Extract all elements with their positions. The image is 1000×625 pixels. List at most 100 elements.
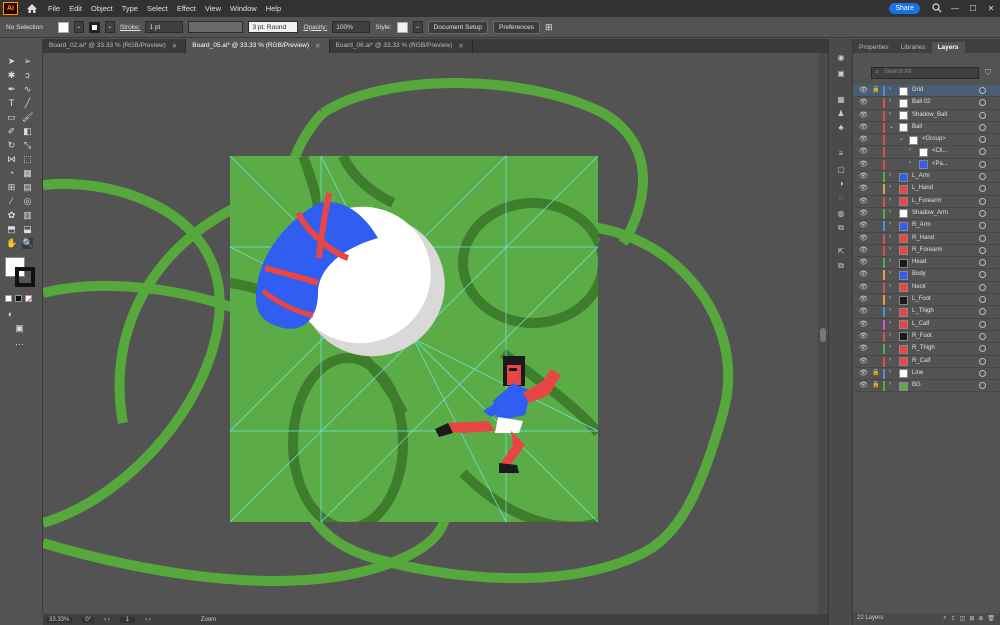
menu-object[interactable]: Object [91,4,113,13]
target-circle-icon[interactable] [979,197,986,205]
target-circle-icon[interactable] [979,87,986,94]
artboard-navigation-next-icon[interactable]: › › [145,617,151,623]
chevron-right-icon[interactable]: › [889,184,891,190]
color-panel-icon[interactable]: ▦ [835,95,847,105]
layer-row[interactable]: 👁 › Shadow_Arm [853,208,1000,221]
visibility-eye-icon[interactable]: 👁 [859,209,868,217]
rectangle-tool-icon[interactable]: ▭ [6,112,17,123]
layer-row[interactable]: 👁 ⌄ <Group> [853,134,1000,147]
symbol-sprayer-tool-icon[interactable]: ✿ [6,210,17,221]
chevron-right-icon[interactable]: › [889,111,891,117]
fill-dropdown[interactable]: ⌄ [73,21,84,33]
slice-tool-icon[interactable]: ⬓ [22,224,33,235]
visibility-eye-icon[interactable]: 👁 [859,246,868,254]
layer-row[interactable]: 👁 › R_Foot [853,331,1000,344]
chevron-down-icon[interactable]: ⌄ [889,123,894,130]
gradient-tool-icon[interactable]: ▤ [22,182,33,193]
visibility-eye-icon[interactable]: 👁 [859,234,868,242]
close-icon[interactable]: ✕ [458,42,463,53]
zoom-tool-icon[interactable]: 🔍 [22,238,33,249]
close-window-button[interactable]: ✕ [982,4,1000,13]
locate-object-icon[interactable]: ⌕ [943,615,946,625]
chevron-right-icon[interactable]: › [889,357,891,363]
layer-row[interactable]: 👁 🔒 › Line [853,368,1000,381]
canvas[interactable] [43,53,818,614]
target-circle-icon[interactable] [979,296,986,304]
gradient-panel-icon[interactable]: ◑ [835,179,847,189]
chevron-right-icon[interactable]: › [889,283,891,289]
lock-icon[interactable]: 🔒 [872,369,879,376]
selection-tool-icon[interactable]: ➤ [6,56,17,67]
layer-row[interactable]: 👁 🔒 › Grid [853,85,1000,98]
appearance-panel-icon[interactable]: ◍ [835,209,847,219]
chevron-right-icon[interactable]: › [889,344,891,350]
visibility-eye-icon[interactable]: 👁 [859,320,868,328]
artboard-tool-icon[interactable]: ⬒ [6,224,17,235]
home-icon[interactable] [26,3,38,15]
layers-search-input[interactable]: ⌕ Search All [871,67,979,79]
menu-view[interactable]: View [205,4,221,13]
layer-row[interactable]: 👁 🔒 › BG [853,380,1000,393]
chevron-right-icon[interactable]: › [889,197,891,203]
perspective-grid-tool-icon[interactable]: ▦ [22,168,33,179]
target-circle-icon[interactable] [979,332,986,340]
graphic-style-swatch[interactable] [396,21,408,33]
chevron-right-icon[interactable]: › [889,258,891,264]
target-circle-icon[interactable] [979,271,986,279]
export-panel-icon[interactable]: ⇱ [835,247,847,257]
target-circle-icon[interactable] [979,369,986,377]
stroke-label[interactable]: Stroke: [120,24,141,31]
visibility-eye-icon[interactable]: 👁 [859,369,868,377]
tab-board-06[interactable]: Board_06.ai* @ 33.33 % (RGB/Preview) ✕ [330,39,473,53]
target-circle-icon[interactable] [979,209,986,217]
visibility-eye-icon[interactable]: 👁 [859,344,868,352]
chevron-right-icon[interactable]: › [889,381,891,387]
close-icon[interactable]: ✕ [172,42,177,53]
color-mode-buttons[interactable] [5,295,32,302]
layer-row[interactable]: 👁 › Ball 02 [853,97,1000,110]
libraries-panel-icon[interactable]: ▣ [835,69,847,79]
menu-help[interactable]: Help [266,4,281,13]
chevron-right-icon[interactable]: › [889,172,891,178]
opacity-field[interactable]: 100% [332,21,371,33]
layer-row[interactable]: 👁 › R_Thigh [853,343,1000,356]
layer-row[interactable]: 👁 › R_Hand [853,233,1000,245]
stroke-weight-field[interactable]: 1 pt [145,21,184,33]
pen-tool-icon[interactable]: ✒ [6,84,17,95]
layer-row[interactable]: 👁 › L_Foot [853,294,1000,307]
shape-builder-tool-icon[interactable]: ◔ [6,168,17,179]
line-tool-icon[interactable]: ╱ [22,98,33,109]
visibility-eye-icon[interactable]: 👁 [859,98,868,106]
target-circle-icon[interactable] [979,345,986,353]
visibility-eye-icon[interactable]: 👁 [859,197,868,205]
brushes-panel-icon[interactable]: ♣ [835,123,847,133]
preferences-button[interactable]: Preferences [492,20,541,34]
target-circle-icon[interactable] [979,148,986,156]
search-icon[interactable] [928,2,946,15]
delete-layer-icon[interactable]: 🗑 [987,615,995,625]
target-circle-icon[interactable] [979,308,986,316]
visibility-eye-icon[interactable]: 👁 [859,295,868,303]
minimize-button[interactable]: — [946,4,964,13]
target-circle-icon[interactable] [979,234,986,242]
magic-wand-tool-icon[interactable]: ✱ [6,70,17,81]
chevron-right-icon[interactable]: › [889,246,891,252]
fill-swatch[interactable] [57,21,69,33]
chevron-right-icon[interactable]: › [889,369,891,375]
layer-row[interactable]: 👁 ⌄ Ball [853,122,1000,135]
chevron-right-icon[interactable]: › [889,98,891,104]
layer-row[interactable]: 👁 › <Pa... [853,159,1000,172]
target-circle-icon[interactable] [979,357,986,365]
vertical-scrollbar[interactable] [818,53,828,614]
maximize-button[interactable]: ☐ [964,4,982,13]
graphic-styles-panel-icon[interactable]: ⧉ [835,223,847,233]
layer-row[interactable]: 👁 › R_Arm [853,220,1000,233]
arrange-documents-icon[interactable]: ⊞ [545,22,553,33]
clipping-mask-icon[interactable]: ◫ [960,615,966,625]
visibility-eye-icon[interactable]: 👁 [859,147,868,155]
chevron-down-icon[interactable]: ⌄ [899,135,904,142]
variable-width-profile[interactable] [188,21,244,33]
filter-icon[interactable]: ⛉ [985,68,991,78]
width-tool-icon[interactable]: ⋈ [6,154,17,165]
target-circle-icon[interactable] [979,222,986,230]
